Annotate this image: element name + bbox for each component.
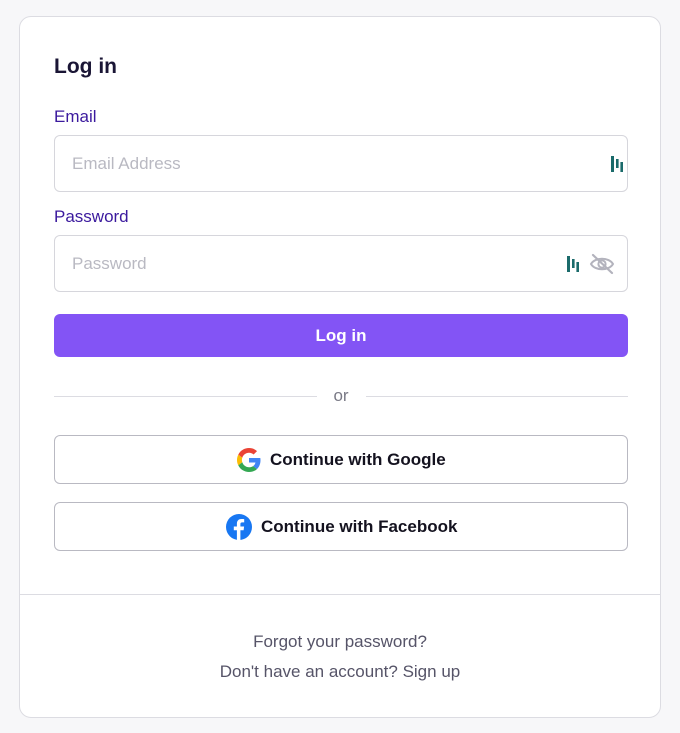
google-button-content: Continue with Google	[237, 436, 446, 483]
password-manager-icon[interactable]	[611, 156, 625, 172]
login-card: Log in Email Password Log in or	[19, 16, 661, 718]
page-title: Log in	[54, 55, 117, 78]
divider-or-text: or	[333, 386, 349, 405]
signup-link[interactable]: Don't have an account? Sign up	[20, 662, 660, 682]
continue-with-facebook-button[interactable]: Continue with Facebook	[54, 502, 628, 551]
google-icon	[237, 447, 261, 472]
facebook-icon	[226, 513, 252, 540]
forgot-password-link[interactable]: Forgot your password?	[20, 632, 660, 652]
footer-divider	[20, 594, 660, 595]
google-button-label: Continue with Google	[270, 449, 446, 469]
email-label: Email	[54, 107, 97, 126]
password-field[interactable]	[72, 236, 552, 291]
eye-slash-icon[interactable]	[589, 251, 615, 277]
divider-right	[366, 396, 628, 397]
divider-left	[54, 396, 317, 397]
continue-with-google-button[interactable]: Continue with Google	[54, 435, 628, 484]
login-button[interactable]: Log in	[54, 314, 628, 357]
facebook-button-label: Continue with Facebook	[261, 516, 458, 536]
facebook-button-content: Continue with Facebook	[226, 503, 457, 550]
password-field-wrapper	[54, 235, 628, 292]
email-field-wrapper	[54, 135, 628, 192]
password-manager-icon[interactable]	[567, 256, 581, 272]
email-field[interactable]	[72, 136, 552, 191]
password-label: Password	[54, 207, 129, 226]
